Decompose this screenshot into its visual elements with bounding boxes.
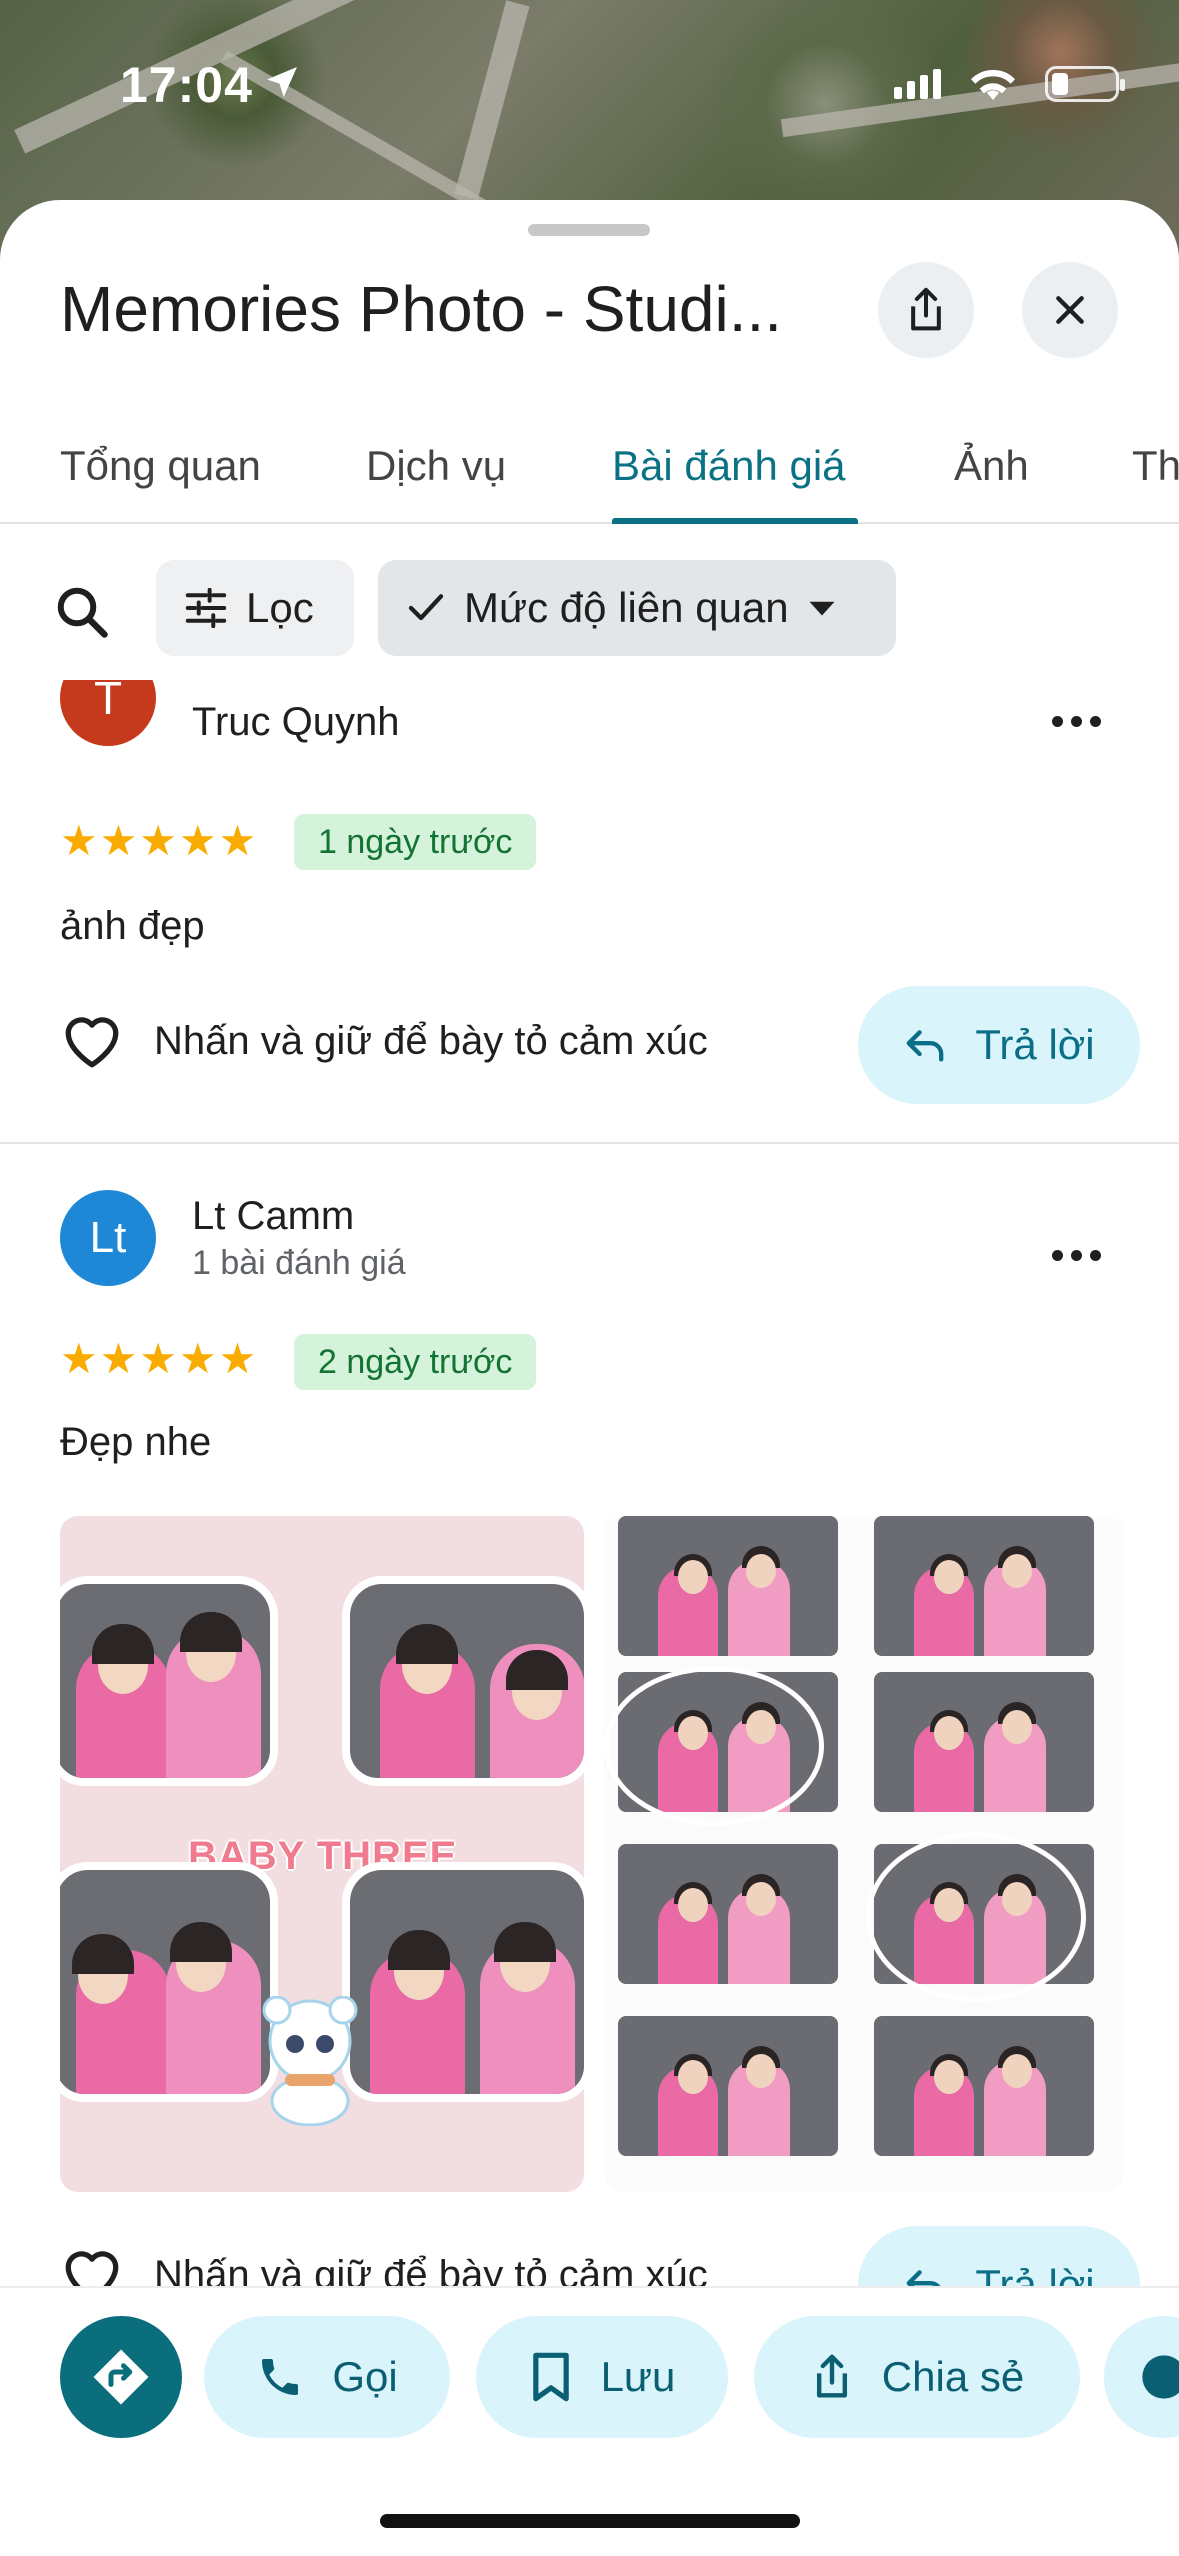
review-date-badge: 1 ngày trước (294, 814, 537, 870)
search-icon[interactable] (52, 582, 112, 642)
reaction-prompt[interactable]: Nhấn và giữ để bày tỏ cảm xúc (60, 1012, 708, 1070)
globe-icon (1142, 2355, 1179, 2399)
call-button[interactable]: Gọi (204, 2316, 450, 2438)
reviewer-name[interactable]: Truc Quynh (192, 700, 399, 745)
reply-button[interactable]: Trả lời (858, 2226, 1140, 2286)
review-photo[interactable]: BABY THREE (60, 1516, 584, 2192)
reply-icon (906, 1030, 944, 1062)
filter-chip[interactable]: Lọc (156, 560, 354, 656)
directions-icon (93, 2349, 149, 2405)
reaction-prompt[interactable]: Nhấn và giữ để bày tỏ cảm xúc (60, 2246, 708, 2286)
reviewer-name[interactable]: Lt Camm (192, 1194, 354, 1239)
star-rating: ★★★★★ (60, 817, 259, 864)
review-date-badge: 2 ngày trước (294, 1334, 537, 1390)
share-icon (816, 2354, 847, 2398)
tune-icon (185, 588, 227, 628)
sort-label: Mức độ liên quan (464, 584, 789, 631)
close-icon (1056, 296, 1084, 324)
tab-reviews[interactable]: Bài đánh giá (612, 442, 846, 490)
tab-photos[interactable]: Ảnh (954, 442, 1029, 490)
filter-label: Lọc (246, 584, 314, 631)
reply-icon (906, 2270, 941, 2286)
review-card: Lt Lt Camm 1 bài đánh giá ★★★★★ 2 ngày t… (0, 1146, 1179, 2286)
review-text: Đẹp nhe (60, 1420, 212, 1464)
tab-active-indicator (612, 518, 858, 524)
place-title: Memories Photo - Studi... (60, 273, 783, 345)
save-label: Lưu (600, 2353, 676, 2400)
avatar[interactable]: T (60, 680, 156, 746)
website-button[interactable] (1104, 2316, 1179, 2438)
check-icon (408, 594, 444, 621)
review-filter-row: Lọc Mức độ liên quan (0, 560, 1179, 660)
tab-overview[interactable]: Tổng quan (60, 442, 261, 490)
signal-icon (894, 69, 941, 99)
heart-icon (65, 1017, 119, 1068)
tab-services[interactable]: Dịch vụ (366, 442, 506, 490)
close-button[interactable] (1022, 262, 1118, 358)
share-icon (911, 287, 941, 331)
call-label: Gọi (332, 2353, 398, 2400)
more-options-icon[interactable] (1052, 1240, 1112, 1270)
tab-more[interactable]: Th (1132, 442, 1179, 490)
save-button[interactable]: Lưu (476, 2316, 728, 2438)
review-divider (0, 1142, 1179, 1144)
review-photo[interactable] (604, 1516, 1124, 2192)
share-label: Chia sẻ (881, 2353, 1025, 2400)
review-text: ảnh đẹp (60, 904, 205, 948)
review-card: T Truc Quynh ★★★★★ 1 ngày trước ảnh đẹp … (0, 680, 1179, 1140)
share-place-button[interactable]: Chia sẻ (754, 2316, 1080, 2438)
directions-button[interactable] (60, 2316, 182, 2438)
tab-bar: Tổng quan Dịch vụ Bài đánh giá Ảnh Th (0, 422, 1179, 524)
location-arrow-icon (267, 67, 297, 97)
phone-icon (262, 2359, 299, 2395)
bookmark-icon (532, 2352, 569, 2402)
sheet-grabber[interactable] (528, 224, 650, 236)
reply-label: Trả lời (975, 2261, 1095, 2286)
share-button[interactable] (878, 262, 974, 358)
battery-icon (1045, 66, 1125, 102)
status-time: 17:04 (120, 57, 253, 113)
reviewer-review-count: 1 bài đánh giá (192, 1244, 406, 1282)
avatar[interactable]: Lt (60, 1190, 156, 1286)
wifi-icon (971, 69, 1015, 100)
status-icons (894, 66, 1125, 102)
sort-chip[interactable]: Mức độ liên quan (378, 560, 896, 656)
reaction-label: Nhấn và giữ để bày tỏ cảm xúc (154, 1018, 708, 1063)
reply-button[interactable]: Trả lời (858, 986, 1140, 1104)
reaction-label: Nhấn và giữ để bày tỏ cảm xúc (154, 2252, 708, 2287)
star-rating: ★★★★★ (60, 1335, 259, 1382)
reply-label: Trả lời (975, 1021, 1095, 1068)
more-options-icon[interactable] (1052, 706, 1112, 736)
heart-icon (65, 2251, 119, 2286)
dropdown-caret-icon (809, 601, 835, 616)
home-indicator (380, 2514, 800, 2528)
bear-sticker-icon (262, 1996, 358, 2126)
